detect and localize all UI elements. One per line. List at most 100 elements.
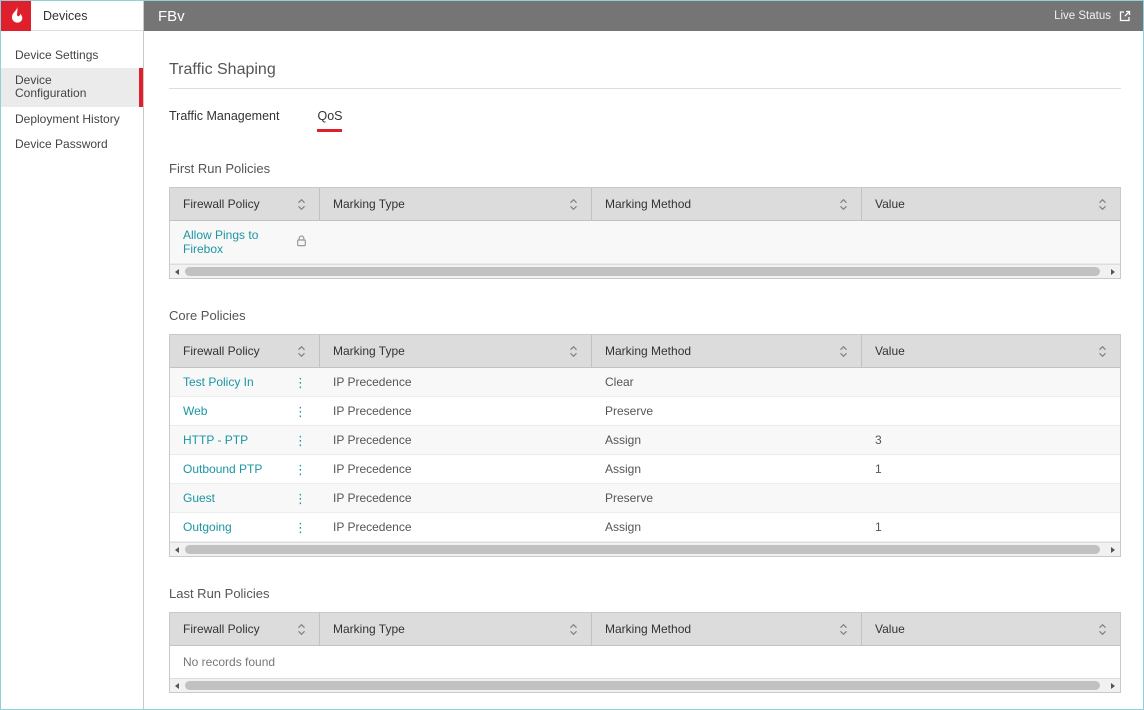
marking-type-cell: IP Precedence xyxy=(320,455,592,483)
sort-icon[interactable] xyxy=(569,345,578,358)
kebab-menu-icon[interactable]: ⋮ xyxy=(294,405,307,418)
policy-link[interactable]: HTTP - PTP xyxy=(183,433,248,447)
policy-link[interactable]: Allow Pings to Firebox xyxy=(183,228,296,256)
sort-icon[interactable] xyxy=(297,345,306,358)
kebab-menu-icon[interactable]: ⋮ xyxy=(294,434,307,447)
policy-link[interactable]: Outbound PTP xyxy=(183,462,262,476)
sidebar: Devices Device Settings Device Configura… xyxy=(1,1,144,709)
policy-cell: Guest ⋮ xyxy=(170,484,320,512)
kebab-menu-icon[interactable]: ⋮ xyxy=(294,492,307,505)
policy-link[interactable]: Test Policy In xyxy=(183,375,254,389)
sidebar-item-device-configuration[interactable]: Device Configuration xyxy=(1,68,143,106)
marking-method-cell xyxy=(592,221,862,263)
column-header-marking-type[interactable]: Marking Type xyxy=(320,613,592,645)
column-label: Firewall Policy xyxy=(183,622,260,636)
tab-traffic-management[interactable]: Traffic Management xyxy=(169,109,279,132)
sort-icon[interactable] xyxy=(839,198,848,211)
marking-type-cell: IP Precedence xyxy=(320,513,592,541)
column-header-value[interactable]: Value xyxy=(862,335,1120,367)
app-window: Devices Device Settings Device Configura… xyxy=(0,0,1144,710)
column-label: Value xyxy=(875,622,905,636)
sidebar-item-deployment-history[interactable]: Deployment History xyxy=(1,107,143,132)
first-run-policies-table: Firewall Policy Marking Type Marking Met… xyxy=(169,187,1121,279)
sidebar-item-device-settings[interactable]: Device Settings xyxy=(1,43,143,68)
value-cell xyxy=(862,397,1120,425)
sort-icon[interactable] xyxy=(1098,198,1107,211)
column-label: Value xyxy=(875,344,905,358)
scroll-right-arrow[interactable] xyxy=(1106,543,1120,556)
tab-qos[interactable]: QoS xyxy=(317,109,342,132)
section-title-first-run: First Run Policies xyxy=(169,161,1121,176)
scroll-left-arrow[interactable] xyxy=(170,543,184,556)
sort-icon[interactable] xyxy=(297,623,306,636)
column-header-marking-method[interactable]: Marking Method xyxy=(592,335,862,367)
scrollbar-thumb[interactable] xyxy=(185,267,1100,276)
scroll-right-arrow[interactable] xyxy=(1106,265,1120,278)
kebab-menu-icon[interactable]: ⋮ xyxy=(294,463,307,476)
title-divider xyxy=(169,88,1121,89)
brand-label: Devices xyxy=(43,9,87,23)
section-title-core: Core Policies xyxy=(169,308,1121,323)
flame-icon xyxy=(8,6,25,25)
sort-icon[interactable] xyxy=(839,623,848,636)
column-header-marking-method[interactable]: Marking Method xyxy=(592,188,862,220)
marking-method-cell: Assign xyxy=(592,426,862,454)
sort-icon[interactable] xyxy=(569,198,578,211)
column-header-value[interactable]: Value xyxy=(862,613,1120,645)
column-header-firewall-policy[interactable]: Firewall Policy xyxy=(170,188,320,220)
column-label: Value xyxy=(875,197,905,211)
column-header-firewall-policy[interactable]: Firewall Policy xyxy=(170,613,320,645)
policy-link[interactable]: Outgoing xyxy=(183,520,232,534)
scrollbar-thumb[interactable] xyxy=(185,681,1100,690)
marking-type-cell: IP Precedence xyxy=(320,397,592,425)
sort-icon[interactable] xyxy=(569,623,578,636)
core-policies-table: Firewall Policy Marking Type Marking Met… xyxy=(169,334,1121,557)
policy-link[interactable]: Guest xyxy=(183,491,215,505)
column-header-marking-method[interactable]: Marking Method xyxy=(592,613,862,645)
device-title: FBv xyxy=(158,8,185,25)
sort-icon[interactable] xyxy=(297,198,306,211)
sidebar-item-device-password[interactable]: Device Password xyxy=(1,132,143,157)
live-status-link[interactable]: Live Status xyxy=(1054,9,1132,23)
sort-icon[interactable] xyxy=(1098,345,1107,358)
scroll-right-arrow[interactable] xyxy=(1106,679,1120,692)
external-link-icon xyxy=(1118,9,1132,23)
kebab-menu-icon[interactable]: ⋮ xyxy=(294,521,307,534)
sort-icon[interactable] xyxy=(839,345,848,358)
column-header-marking-type[interactable]: Marking Type xyxy=(320,188,592,220)
horizontal-scrollbar[interactable] xyxy=(170,678,1120,692)
column-header-marking-type[interactable]: Marking Type xyxy=(320,335,592,367)
column-label: Marking Method xyxy=(605,622,691,636)
marking-method-cell: Assign xyxy=(592,455,862,483)
marking-method-cell: Preserve xyxy=(592,397,862,425)
scrollbar-thumb[interactable] xyxy=(185,545,1100,554)
policy-link[interactable]: Web xyxy=(183,404,207,418)
column-label: Firewall Policy xyxy=(183,344,260,358)
table-row: Guest ⋮ IP Precedence Preserve xyxy=(170,484,1120,513)
policy-cell: HTTP - PTP ⋮ xyxy=(170,426,320,454)
watchguard-flame-logo[interactable] xyxy=(1,1,31,31)
scroll-left-arrow[interactable] xyxy=(170,265,184,278)
horizontal-scrollbar[interactable] xyxy=(170,264,1120,278)
column-label: Marking Method xyxy=(605,344,691,358)
horizontal-scrollbar[interactable] xyxy=(170,542,1120,556)
column-header-value[interactable]: Value xyxy=(862,188,1120,220)
column-label: Marking Method xyxy=(605,197,691,211)
scroll-left-arrow[interactable] xyxy=(170,679,184,692)
column-header-firewall-policy[interactable]: Firewall Policy xyxy=(170,335,320,367)
marking-method-cell: Preserve xyxy=(592,484,862,512)
live-status-label: Live Status xyxy=(1054,10,1111,22)
last-run-policies-table: Firewall Policy Marking Type Marking Met… xyxy=(169,612,1121,693)
table-header-row: Firewall Policy Marking Type Marking Met… xyxy=(170,188,1120,221)
table-row: Outbound PTP ⋮ IP Precedence Assign 1 xyxy=(170,455,1120,484)
marking-type-cell: IP Precedence xyxy=(320,484,592,512)
marking-method-cell: Assign xyxy=(592,513,862,541)
kebab-menu-icon[interactable]: ⋮ xyxy=(294,376,307,389)
table-row: Outgoing ⋮ IP Precedence Assign 1 xyxy=(170,513,1120,542)
marking-type-cell: IP Precedence xyxy=(320,426,592,454)
tab-bar: Traffic Management QoS xyxy=(169,109,1121,132)
column-label: Marking Type xyxy=(333,344,405,358)
marking-type-cell xyxy=(320,221,592,263)
sort-icon[interactable] xyxy=(1098,623,1107,636)
content: Traffic Shaping Traffic Management QoS F… xyxy=(144,31,1144,709)
